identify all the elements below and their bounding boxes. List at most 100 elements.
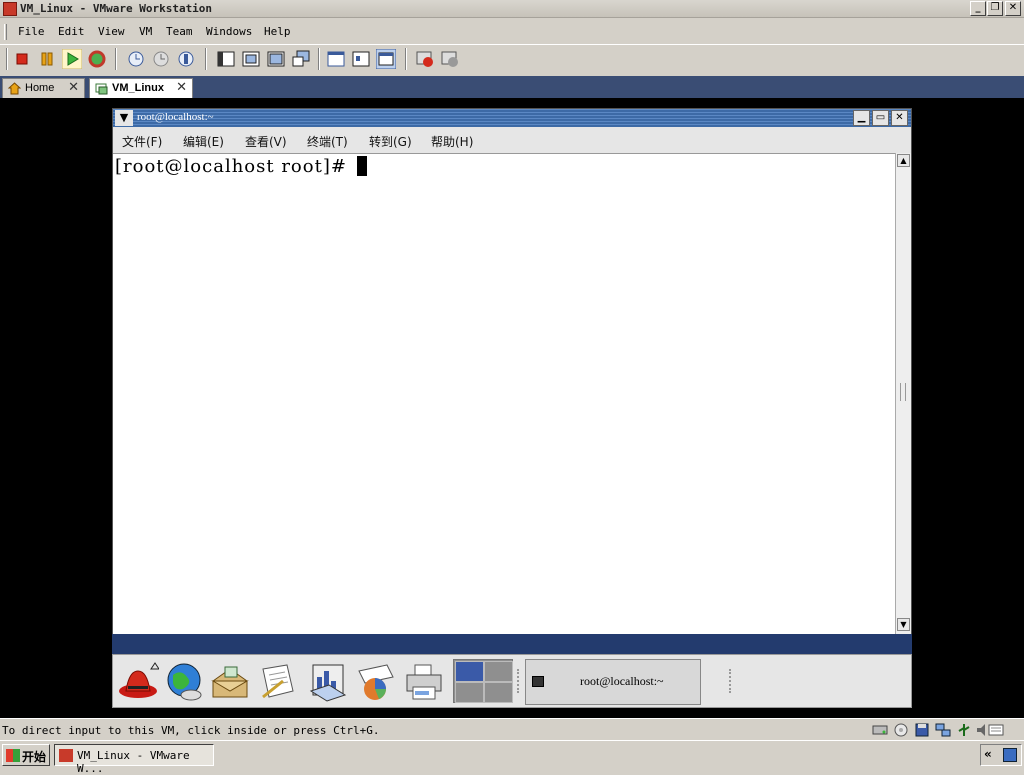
taskbar-item-label: VM_Linux - VMware W... xyxy=(77,749,190,775)
shell-prompt: [root@localhost root]# xyxy=(115,156,347,177)
tab-home-close-icon[interactable]: ✕ xyxy=(68,80,79,95)
usb-icon[interactable] xyxy=(956,723,972,737)
terminal-close-button[interactable]: ✕ xyxy=(891,110,908,126)
presentation-icon[interactable] xyxy=(307,661,349,703)
replay-icon[interactable] xyxy=(440,49,460,69)
scroll-up-button[interactable]: ▲ xyxy=(897,154,910,167)
scroll-down-button[interactable]: ▼ xyxy=(897,618,910,631)
home-icon xyxy=(8,82,21,95)
toolbar-separator xyxy=(318,48,320,70)
terminal-title-bar[interactable]: ▼ root@localhost:~ ▁ ▭ ✕ xyxy=(113,109,911,127)
terminal-menu-view[interactable]: 查看(V) xyxy=(245,133,287,150)
menu-windows[interactable]: Windows xyxy=(206,25,252,38)
toolbar-grip xyxy=(6,48,8,70)
console-view-icon[interactable] xyxy=(291,49,311,69)
panel-grip xyxy=(517,669,521,693)
terminal-menu-file[interactable]: 文件(F) xyxy=(122,133,162,150)
taskbar-item-vmware[interactable]: VM_Linux - VMware W... xyxy=(54,744,214,775)
snapshot-manager-icon[interactable] xyxy=(176,49,196,69)
close-button[interactable]: ✕ xyxy=(1005,1,1021,16)
guest-panel: root@localhost:~ xyxy=(112,654,912,708)
redhat-menu-icon[interactable] xyxy=(117,661,159,703)
terminal-minimize-button[interactable]: ▁ xyxy=(853,110,870,126)
tab-vm-linux-close-icon[interactable]: ✕ xyxy=(176,80,187,95)
floppy-icon[interactable] xyxy=(914,723,930,737)
tab-vm-linux-label: VM_Linux xyxy=(112,82,164,94)
start-label: 开始 xyxy=(22,750,47,764)
shell-prompt-line: [root@localhost root]# xyxy=(115,156,367,177)
vm-icon xyxy=(95,83,108,95)
terminal-menu-help[interactable]: 帮助(H) xyxy=(431,133,473,150)
record-icon[interactable] xyxy=(415,49,435,69)
guest-task-label: root@localhost:~ xyxy=(580,674,664,688)
power-off-icon[interactable] xyxy=(12,49,32,69)
terminal-menu-bar: 文件(F) 编辑(E) 查看(V) 终端(T) 转到(G) 帮助(H) xyxy=(113,129,911,151)
terminal-icon xyxy=(532,676,544,687)
print-manager-icon[interactable] xyxy=(403,661,445,703)
window-menu-button[interactable]: ▼ xyxy=(115,110,133,126)
toolbar-separator xyxy=(115,48,117,70)
workspace-1[interactable] xyxy=(455,661,484,682)
terminal-output[interactable]: [root@localhost root]# xyxy=(113,153,895,634)
windows-logo-icon xyxy=(6,749,20,762)
menu-help[interactable]: Help xyxy=(264,25,291,38)
fullscreen-icon[interactable] xyxy=(241,49,261,69)
terminal-title: root@localhost:~ xyxy=(137,111,214,123)
power-on-icon[interactable] xyxy=(62,49,82,69)
workspace-switcher[interactable] xyxy=(453,659,513,703)
hard-disk-icon[interactable] xyxy=(872,723,888,737)
quick-switch-icon[interactable] xyxy=(266,49,286,69)
email-icon[interactable] xyxy=(209,661,251,703)
menu-edit[interactable]: Edit xyxy=(58,25,85,38)
system-tray: « xyxy=(980,744,1022,766)
vmware-app-icon[interactable] xyxy=(3,2,17,16)
app-title-bar: VM_Linux - VMware Workstation _ ❐ ✕ xyxy=(0,0,1024,18)
tab-home-label: Home xyxy=(25,82,55,94)
scrollbar-grip[interactable] xyxy=(900,383,906,401)
tab-home[interactable]: Home ✕ xyxy=(2,78,85,98)
terminal-maximize-button[interactable]: ▭ xyxy=(872,110,889,126)
tab-strip: Home ✕ VM_Linux ✕ xyxy=(0,76,1024,98)
status-message: To direct input to this VM, click inside… xyxy=(2,724,380,737)
terminal-scrollbar[interactable]: ▲ ▼ xyxy=(895,153,911,634)
snapshot-icon[interactable] xyxy=(126,49,146,69)
terminal-menu-terminal[interactable]: 终端(T) xyxy=(307,133,348,150)
vmware-app-icon xyxy=(59,749,73,762)
text-cursor xyxy=(356,156,367,176)
console-view-active-icon[interactable] xyxy=(376,49,396,69)
message-log-icon[interactable] xyxy=(988,723,1004,737)
guest-task-button[interactable]: root@localhost:~ xyxy=(525,659,701,705)
cdrom-icon[interactable] xyxy=(893,723,909,737)
network-tray-icon[interactable] xyxy=(1003,748,1017,762)
tray-expand-button[interactable]: « xyxy=(984,747,992,761)
menu-vm[interactable]: VM xyxy=(139,25,152,38)
suspend-icon[interactable] xyxy=(37,49,57,69)
reset-icon[interactable] xyxy=(87,49,107,69)
network-icon[interactable] xyxy=(935,723,951,737)
summary-view-icon[interactable] xyxy=(326,49,346,69)
tab-vm-linux[interactable]: VM_Linux ✕ xyxy=(89,78,193,98)
revert-snapshot-icon[interactable] xyxy=(151,49,171,69)
writer-icon[interactable] xyxy=(257,661,299,703)
windows-taskbar: 开始 VM_Linux - VMware W... « xyxy=(0,740,1024,775)
toolbar xyxy=(0,44,1024,72)
restore-button[interactable]: ❐ xyxy=(987,1,1003,16)
terminal-window[interactable]: ▼ root@localhost:~ ▁ ▭ ✕ 文件(F) 编辑(E) 查看(… xyxy=(112,108,912,654)
appliance-view-icon[interactable] xyxy=(351,49,371,69)
toolbar-separator xyxy=(205,48,207,70)
minimize-button[interactable]: _ xyxy=(970,1,986,16)
workspace-2[interactable] xyxy=(484,661,513,682)
menu-view[interactable]: View xyxy=(98,25,125,38)
terminal-menu-go[interactable]: 转到(G) xyxy=(369,133,412,150)
start-button[interactable]: 开始 xyxy=(2,744,50,766)
web-browser-icon[interactable] xyxy=(163,661,205,703)
sidebar-view-icon[interactable] xyxy=(216,49,236,69)
workspace-3[interactable] xyxy=(455,682,484,703)
status-bar: To direct input to this VM, click inside… xyxy=(0,718,1024,740)
terminal-menu-edit[interactable]: 编辑(E) xyxy=(183,133,224,150)
menu-file[interactable]: File xyxy=(18,25,45,38)
menu-grip xyxy=(4,24,7,40)
spreadsheet-icon[interactable] xyxy=(355,661,397,703)
menu-team[interactable]: Team xyxy=(166,25,193,38)
workspace-4[interactable] xyxy=(484,682,513,703)
